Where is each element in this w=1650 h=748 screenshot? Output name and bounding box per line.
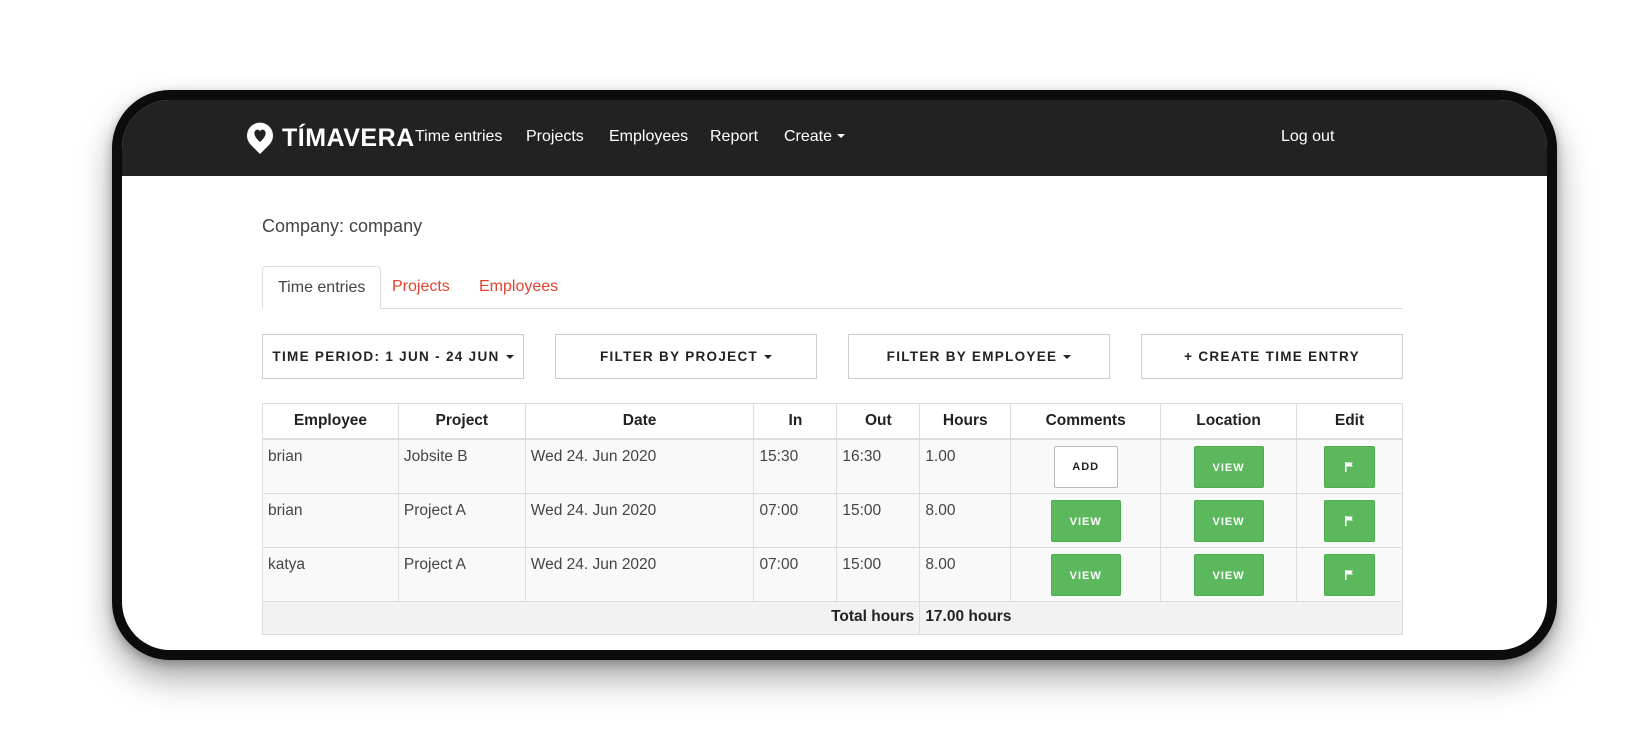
cell-comments: VIEW — [1010, 492, 1162, 548]
total-row: Total hours 17.00 hours — [261, 600, 1403, 635]
view-comment-button[interactable]: VIEW — [1050, 499, 1121, 542]
nav-projects[interactable]: Projects — [526, 127, 584, 147]
cell-date: Wed 24. Jun 2020 — [524, 492, 755, 548]
col-in: In — [753, 403, 838, 440]
cell-employee: brian — [262, 438, 399, 494]
caret-down-icon — [1063, 354, 1072, 359]
caret-down-icon — [505, 354, 514, 359]
edit-flag-button[interactable] — [1324, 553, 1375, 596]
cell-comments: ADD — [1010, 438, 1162, 494]
cell-edit — [1296, 438, 1403, 494]
table-row: brian Project A Wed 24. Jun 2020 07:00 1… — [262, 492, 1403, 548]
filter-project-dropdown[interactable]: FILTER BY PROJECT — [555, 334, 817, 379]
cell-hours: 1.00 — [919, 438, 1012, 494]
edit-flag-button[interactable] — [1324, 499, 1375, 542]
create-time-entry-label: + CREATE TIME ENTRY — [1184, 349, 1360, 364]
total-hours-value: 17.00 hours — [919, 600, 1403, 635]
view-location-button[interactable]: VIEW — [1193, 446, 1264, 488]
cell-in: 07:00 — [753, 546, 838, 602]
cell-date: Wed 24. Jun 2020 — [524, 546, 755, 602]
caret-down-icon — [837, 134, 846, 138]
nav-employees[interactable]: Employees — [609, 127, 688, 147]
tab-projects[interactable]: Projects — [392, 266, 450, 308]
brand-logo[interactable]: TÍMAVERA — [246, 118, 415, 158]
create-time-entry-button[interactable]: + CREATE TIME ENTRY — [1141, 334, 1403, 379]
nav-create-dropdown[interactable]: Create — [784, 127, 846, 147]
filter-employee-dropdown[interactable]: FILTER BY EMPLOYEE — [848, 334, 1110, 379]
col-hours: Hours — [919, 403, 1012, 440]
cell-project: Project A — [397, 492, 526, 548]
filter-project-label: FILTER BY PROJECT — [599, 349, 759, 364]
caret-down-icon — [764, 354, 773, 359]
flag-icon — [1345, 569, 1353, 580]
cell-hours: 8.00 — [919, 546, 1012, 602]
cell-location: VIEW — [1160, 438, 1297, 494]
cell-in: 15:30 — [753, 438, 838, 494]
view-comment-button[interactable]: VIEW — [1050, 553, 1121, 596]
col-date: Date — [524, 403, 755, 440]
cell-location: VIEW — [1160, 492, 1297, 548]
time-entries-table: Employee Project Date In Out Hours Comme… — [261, 403, 1403, 635]
section-tabs: Time entries Projects Employees — [262, 266, 1403, 309]
nav-time-entries[interactable]: Time entries — [415, 127, 502, 147]
cell-out: 16:30 — [836, 438, 921, 494]
time-period-dropdown[interactable]: TIME PERIOD: 1 JUN - 24 JUN — [262, 334, 524, 379]
brand-name: TÍMAVERA — [282, 123, 415, 152]
table-row: brian Jobsite B Wed 24. Jun 2020 15:30 1… — [262, 438, 1403, 494]
nav-create-label: Create — [784, 128, 833, 145]
table-header-row: Employee Project Date In Out Hours Comme… — [262, 403, 1403, 440]
cell-out: 15:00 — [836, 546, 921, 602]
table-row: katya Project A Wed 24. Jun 2020 07:00 1… — [262, 546, 1403, 602]
cell-project: Project A — [397, 546, 526, 602]
cell-edit — [1296, 492, 1403, 548]
cell-project: Jobsite B — [397, 438, 526, 494]
cell-employee: brian — [262, 492, 399, 548]
col-edit: Edit — [1296, 403, 1403, 440]
cell-edit — [1296, 546, 1403, 602]
cell-comments: VIEW — [1010, 546, 1162, 602]
col-project: Project — [397, 403, 526, 440]
cell-date: Wed 24. Jun 2020 — [524, 438, 755, 494]
cell-out: 15:00 — [836, 492, 921, 548]
cell-location: VIEW — [1160, 546, 1297, 602]
add-comment-button[interactable]: ADD — [1053, 446, 1118, 488]
view-location-button[interactable]: VIEW — [1193, 553, 1264, 596]
flag-icon — [1345, 515, 1353, 526]
company-heading: Company: company — [262, 216, 423, 236]
heart-pin-icon — [247, 122, 273, 154]
time-period-label: TIME PERIOD: 1 JUN - 24 JUN — [272, 349, 500, 364]
filter-employee-label: FILTER BY EMPLOYEE — [886, 349, 1058, 364]
view-location-button[interactable]: VIEW — [1193, 499, 1264, 542]
tab-employees[interactable]: Employees — [479, 266, 558, 308]
cell-hours: 8.00 — [919, 492, 1012, 548]
col-comments: Comments — [1010, 403, 1162, 440]
device-frame: TÍMAVERA Time entries Projects Employees… — [112, 90, 1557, 660]
top-navbar: TÍMAVERA Time entries Projects Employees… — [122, 100, 1547, 176]
flag-icon — [1345, 462, 1353, 472]
app-screen: TÍMAVERA Time entries Projects Employees… — [122, 100, 1547, 650]
logout-link[interactable]: Log out — [1281, 127, 1334, 147]
cell-in: 07:00 — [753, 492, 838, 548]
nav-report[interactable]: Report — [710, 127, 758, 147]
col-out: Out — [836, 403, 921, 440]
edit-flag-button[interactable] — [1324, 446, 1375, 488]
cell-employee: katya — [262, 546, 399, 602]
tab-time-entries[interactable]: Time entries — [262, 266, 382, 309]
col-employee: Employee — [262, 403, 399, 440]
total-hours-label: Total hours — [261, 600, 921, 635]
col-location: Location — [1160, 403, 1297, 440]
